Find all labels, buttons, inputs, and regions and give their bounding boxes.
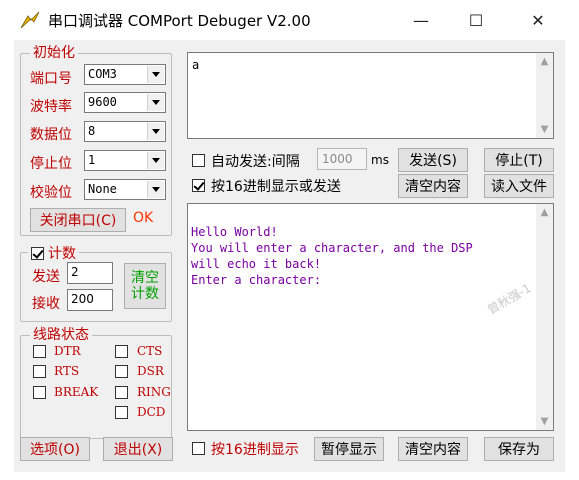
dsr-label: DSR (137, 364, 164, 378)
dtr-checkbox[interactable] (33, 345, 46, 358)
count-checkbox[interactable] (31, 246, 44, 260)
scroll-down-icon[interactable]: ▼ (536, 121, 553, 138)
hex-display-checkbox[interactable] (192, 442, 205, 455)
pause-display-button[interactable]: 暂停显示 (314, 437, 384, 461)
scroll-up-icon[interactable]: ▲ (536, 53, 553, 70)
auto-send-checkbox[interactable] (192, 154, 205, 167)
hex-send-checkbox[interactable] (192, 179, 205, 192)
rts-checkbox[interactable] (33, 365, 46, 378)
hex-display-label: 按16进制显示 (211, 442, 299, 458)
receive-scrollbar[interactable]: ▲ ▼ (536, 204, 553, 430)
count-legend-wrap: 计数 (28, 243, 79, 263)
scroll-up-icon[interactable]: ▲ (536, 204, 553, 221)
receive-line: You will enter a character, and the DSP (191, 241, 473, 255)
databits-value: 8 (88, 124, 96, 138)
chevron-down-icon[interactable] (147, 66, 164, 83)
dcd-checkbox[interactable] (115, 406, 128, 419)
dsr-checkbox[interactable] (115, 365, 128, 378)
auto-send-label: 自动发送:间隔 (211, 154, 300, 170)
break-label: BREAK (54, 385, 99, 399)
stop-button[interactable]: 停止(T) (484, 148, 554, 172)
baud-value: 9600 (88, 95, 117, 109)
stopbits-value: 1 (88, 153, 96, 167)
port-select[interactable]: COM3 (84, 64, 166, 85)
chevron-down-icon[interactable] (147, 181, 164, 198)
stopbits-label: 停止位 (30, 156, 72, 172)
dtr-label: DTR (54, 344, 81, 358)
read-file-button[interactable]: 读入文件 (484, 174, 554, 198)
count-legend: 计数 (48, 246, 76, 262)
stopbits-select[interactable]: 1 (84, 150, 166, 171)
databits-label: 数据位 (30, 127, 72, 143)
ring-checkbox[interactable] (115, 386, 128, 399)
init-legend: 初始化 (30, 45, 78, 61)
port-label: 端口号 (30, 71, 72, 87)
parity-value: None (88, 182, 117, 196)
send-count-field[interactable]: 2 (67, 262, 113, 284)
close-port-button[interactable]: 关闭串口(C) (30, 208, 126, 232)
minimize-icon: — (413, 10, 429, 30)
send-button[interactable]: 发送(S) (398, 148, 468, 172)
hex-send-label: 按16进制显示或发送 (211, 179, 341, 195)
save-as-button[interactable]: 保存为 (484, 437, 554, 461)
send-text: a (192, 58, 200, 72)
cts-label: CTS (137, 344, 163, 358)
send-scrollbar[interactable]: ▲ ▼ (536, 53, 553, 138)
chevron-down-icon[interactable] (147, 123, 164, 140)
line-status-legend: 线路状态 (30, 327, 92, 343)
parity-label: 校验位 (30, 185, 72, 201)
baud-select[interactable]: 9600 (84, 92, 166, 113)
rts-label: RTS (54, 364, 80, 378)
app-logo-icon (20, 11, 40, 29)
client-area: 初始化 端口号 COM3 波特率 9600 数据位 8 停止位 1 校验位 No… (14, 40, 565, 472)
cts-checkbox[interactable] (115, 345, 128, 358)
receive-textarea[interactable]: Hello World! You will enter a character,… (187, 203, 554, 431)
clear-receive-button[interactable]: 清空内容 (398, 437, 468, 461)
interval-unit: ms (371, 153, 389, 167)
send-textarea[interactable]: a ▲ ▼ (187, 52, 554, 139)
dcd-label: DCD (137, 405, 166, 419)
interval-input[interactable]: 1000 (317, 148, 367, 170)
clear-count-button[interactable]: 清空计数 (124, 263, 166, 309)
break-checkbox[interactable] (33, 386, 46, 399)
close-icon: ✕ (531, 10, 545, 30)
maximize-button[interactable]: ☐ (453, 0, 499, 40)
receive-line: Enter a character: (191, 273, 322, 287)
parity-select[interactable]: None (84, 179, 166, 200)
databits-select[interactable]: 8 (84, 121, 166, 142)
chevron-down-icon[interactable] (147, 94, 164, 111)
interval-placeholder: 1000 (322, 152, 353, 166)
exit-button[interactable]: 退出(X) (103, 437, 173, 461)
minimize-button[interactable]: — (398, 0, 444, 40)
scroll-down-icon[interactable]: ▼ (536, 413, 553, 430)
send-count-label: 发送 (32, 269, 60, 285)
recv-count-field[interactable]: 200 (67, 289, 113, 311)
receive-line: will echo it back! (191, 257, 322, 271)
window-title: 串口调试器 COMPort Debuger V2.00 (48, 12, 311, 30)
receive-content: Hello World! You will enter a character,… (191, 224, 473, 288)
port-value: COM3 (88, 67, 117, 81)
close-button[interactable]: ✕ (515, 0, 561, 40)
recv-count-label: 接收 (32, 296, 60, 312)
receive-line: Hello World! (191, 225, 278, 239)
port-status: OK (133, 210, 154, 226)
chevron-down-icon[interactable] (147, 152, 164, 169)
options-button[interactable]: 选项(O) (20, 437, 90, 461)
ring-label: RING (137, 385, 171, 399)
maximize-icon: ☐ (468, 10, 484, 30)
baud-label: 波特率 (30, 99, 72, 115)
clear-send-button[interactable]: 清空内容 (398, 174, 468, 198)
